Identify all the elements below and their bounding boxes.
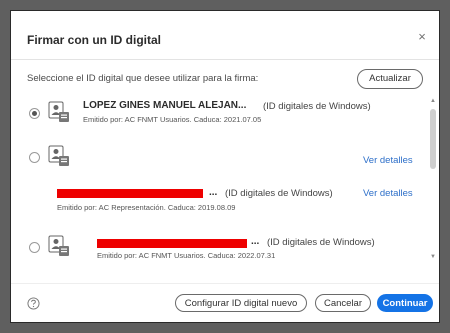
list-scrollbar[interactable]: ▲ ▼: [429, 97, 437, 263]
id-name: LOPEZ GINES MANUEL ALEJAN...: [83, 100, 247, 111]
redacted-id-name: [97, 239, 247, 248]
view-details-link-2[interactable]: Ver detalles: [363, 155, 413, 166]
id-type: (ID digitales de Windows): [225, 188, 333, 199]
configure-new-id-button[interactable]: Configurar ID digital nuevo: [175, 294, 307, 312]
footer-divider: [11, 283, 439, 284]
refresh-button[interactable]: Actualizar: [357, 69, 423, 89]
id-name-ellipsis: ...: [209, 187, 218, 198]
scroll-thumb[interactable]: [430, 109, 436, 169]
continue-button[interactable]: Continuar: [377, 294, 433, 312]
redacted-id-name: [57, 189, 203, 198]
instruction-text: Seleccione el ID digital que desee utili…: [27, 73, 259, 84]
certificate-icon: [48, 235, 69, 256]
id-issuer: Emitido por: AC FNMT Usuarios. Caduca: 2…: [97, 251, 276, 260]
id-issuer: Emitido por: AC Representación. Caduca: …: [57, 203, 236, 212]
id-radio-1[interactable]: [29, 108, 40, 119]
title-divider: [11, 59, 439, 60]
dialog-title: Firmar con un ID digital: [27, 33, 162, 47]
list-item-id-4[interactable]: ... (ID digitales de Windows) Emitido po…: [27, 229, 419, 263]
id-radio-2[interactable]: [29, 152, 40, 163]
sign-dialog: Firmar con un ID digital × Seleccione el…: [10, 10, 440, 323]
view-details-link-3[interactable]: Ver detalles: [363, 188, 413, 199]
cancel-button[interactable]: Cancelar: [315, 294, 371, 312]
scroll-down-icon[interactable]: ▼: [429, 253, 437, 261]
list-item-id-2[interactable]: Ver detalles: [27, 143, 419, 169]
id-issuer: Emitido por: AC FNMT Usuarios. Caduca: 2…: [83, 115, 262, 124]
list-item-id-1[interactable]: LOPEZ GINES MANUEL ALEJAN... (ID digital…: [27, 97, 419, 133]
list-item-id-3[interactable]: ... (ID digitales de Windows) Ver detall…: [27, 185, 419, 213]
help-icon[interactable]: [27, 297, 40, 310]
id-type: (ID digitales de Windows): [267, 237, 375, 248]
close-icon[interactable]: ×: [415, 30, 429, 44]
id-name-ellipsis: ...: [251, 236, 260, 247]
certificate-icon: [48, 101, 69, 122]
scroll-up-icon[interactable]: ▲: [429, 97, 437, 105]
id-radio-4[interactable]: [29, 242, 40, 253]
id-type: (ID digitales de Windows): [263, 101, 371, 112]
certificate-icon: [48, 145, 69, 166]
digital-id-list: LOPEZ GINES MANUEL ALEJAN... (ID digital…: [27, 97, 431, 263]
